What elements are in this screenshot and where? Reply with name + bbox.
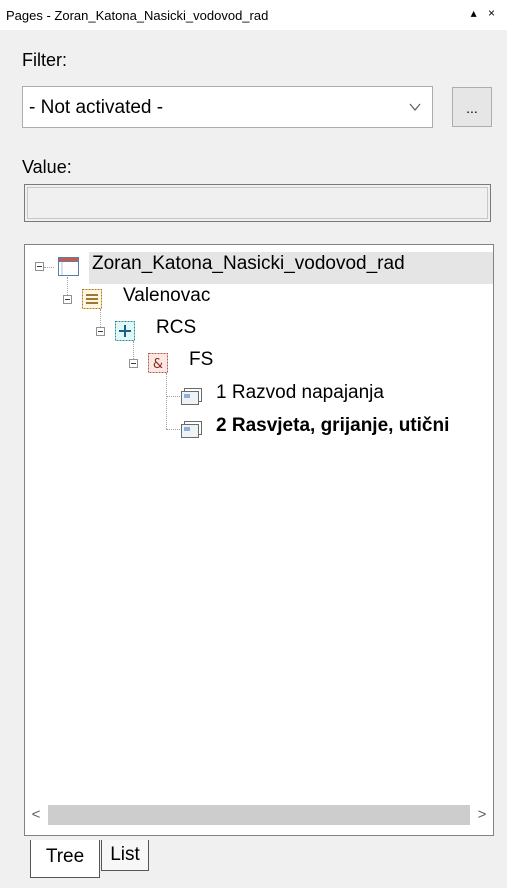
value-field-inner	[27, 187, 488, 219]
tree-node-label: 1 Razvod napajanja	[216, 382, 384, 403]
svg-text:&: &	[153, 357, 163, 372]
panel-titlebar: Pages - Zoran_Katona_Nasicki_vodovod_rad…	[0, 0, 507, 30]
pages-tree[interactable]: Zoran_Katona_Nasicki_vodovod_rad Valenov…	[24, 244, 494, 836]
value-field[interactable]	[24, 184, 491, 222]
tree-connector	[166, 373, 167, 429]
filter-dropdown[interactable]: - Not activated -	[22, 86, 433, 128]
view-tabs: Tree List	[22, 840, 492, 880]
tree-node-label: Valenovac	[123, 285, 211, 306]
tab-list[interactable]: List	[101, 840, 149, 871]
collapse-toggle[interactable]	[129, 359, 138, 368]
page-icon	[181, 388, 202, 405]
scroll-right-button[interactable]: >	[470, 805, 494, 825]
tree-node-label: Zoran_Katona_Nasicki_vodovod_rad	[92, 253, 405, 274]
scroll-left-button[interactable]: <	[24, 805, 48, 825]
tree-node-label: FS	[189, 349, 214, 370]
filter-selected-value: - Not activated -	[29, 97, 164, 118]
value-label: Value:	[22, 157, 72, 177]
tree-connector	[166, 396, 180, 397]
pages-panel: Pages - Zoran_Katona_Nasicki_vodovod_rad…	[0, 0, 507, 888]
tree-node-label: 2 Rasvjeta, grijanje, utični	[216, 415, 450, 436]
plus-box-icon	[115, 321, 135, 341]
ampersand-box-icon: &	[148, 353, 168, 373]
horizontal-scrollbar[interactable]: < >	[24, 803, 494, 827]
panel-window-controls[interactable]: ▴ ×	[471, 6, 499, 20]
scrollbar-thumb[interactable]	[48, 805, 470, 825]
panel-title: Pages - Zoran_Katona_Nasicki_vodovod_rad	[6, 8, 269, 23]
tab-tree[interactable]: Tree	[30, 840, 100, 878]
collapse-toggle[interactable]	[35, 262, 44, 271]
collapse-toggle[interactable]	[96, 327, 105, 336]
project-window-icon	[58, 257, 79, 276]
collapse-toggle[interactable]	[63, 295, 72, 304]
filter-label: Filter:	[22, 50, 67, 70]
tree-connector	[44, 267, 54, 268]
tree-connector	[166, 429, 180, 430]
structure-list-icon	[82, 289, 102, 309]
page-icon	[181, 421, 202, 438]
tree-node-label: RCS	[156, 317, 197, 338]
filter-more-button[interactable]: ...	[452, 87, 492, 127]
chevron-down-icon	[409, 103, 421, 112]
